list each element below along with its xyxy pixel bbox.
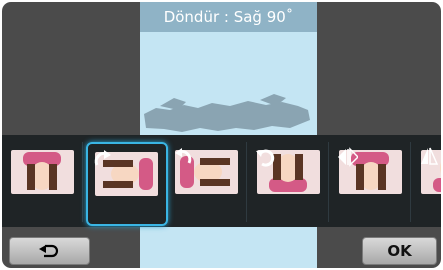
edit-screen: Döndür : Sağ 90˚ OK (2, 2, 441, 268)
rotate-left-icon (175, 148, 192, 164)
effect-thumb-flip-horizontal[interactable] (332, 142, 411, 222)
back-button[interactable] (9, 237, 90, 265)
back-arrow-icon (38, 244, 58, 258)
rotate-right-icon (94, 150, 111, 166)
ok-button[interactable]: OK (362, 237, 437, 265)
effect-thumb-flip-vertical[interactable] (414, 142, 441, 222)
thumb-image (11, 150, 74, 194)
effect-thumb-rotate-right[interactable] (86, 142, 168, 226)
page-title: Döndür : Sağ 90˚ (140, 2, 317, 32)
effect-thumb-rotate-left[interactable] (168, 142, 247, 222)
effect-strip[interactable] (2, 135, 441, 227)
rotate-180-icon (256, 149, 275, 167)
flip-horizontal-icon (338, 147, 358, 167)
camera-screen-frame: Döndür : Sağ 90˚ OK (0, 0, 443, 270)
effect-thumb-rotate-180[interactable] (250, 142, 329, 222)
flip-vertical-icon (421, 147, 439, 165)
effect-thumb-original[interactable] (4, 142, 83, 222)
